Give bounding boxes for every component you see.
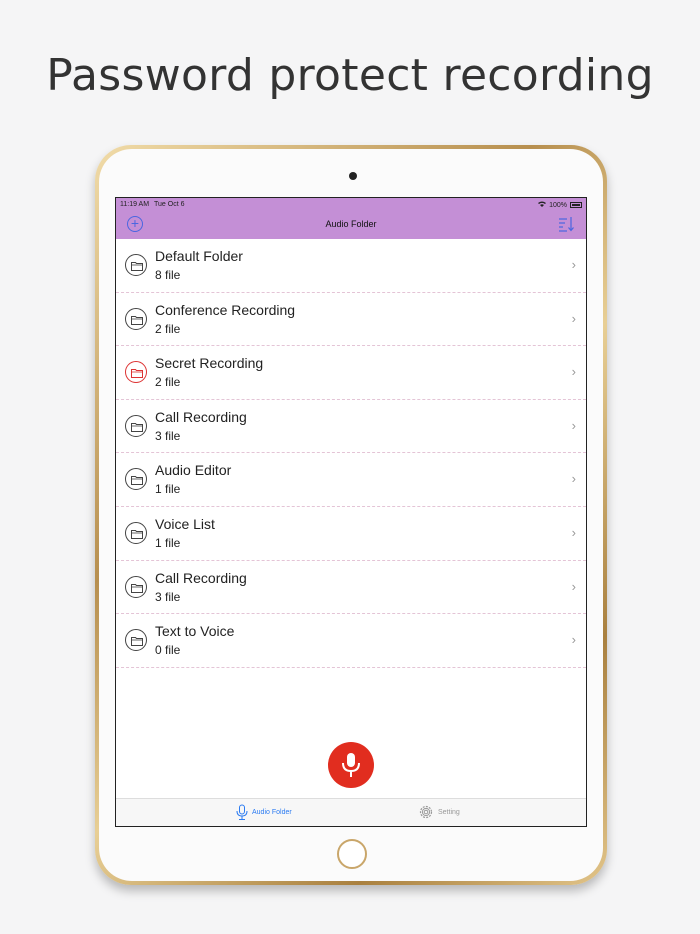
navigation-bar: + Audio Folder	[116, 211, 586, 239]
status-bar: 11:19 AM Tue Oct 6 100%	[116, 198, 586, 211]
folder-icon	[125, 254, 147, 276]
folder-name: Text to Voice	[155, 623, 235, 640]
folder-name: Audio Editor	[155, 462, 232, 479]
tab-bar: Audio Folder Setting	[116, 798, 586, 826]
gear-icon	[419, 805, 433, 819]
chevron-right-icon: ›	[571, 364, 576, 380]
folder-row[interactable]: Conference Recording 2 file ›	[116, 293, 586, 347]
app-screen: 11:19 AM Tue Oct 6 100% + Audio Folder D…	[115, 197, 587, 827]
folder-row[interactable]: Call Recording 3 file ›	[116, 561, 586, 615]
folder-row[interactable]: Secret Recording 2 file ›	[116, 346, 586, 400]
sort-icon	[559, 217, 574, 232]
folder-icon	[125, 307, 147, 330]
folder-name: Voice List	[155, 515, 215, 532]
chevron-right-icon: ›	[571, 632, 576, 648]
chevron-right-icon: ›	[571, 257, 576, 272]
folder-file-count: 1 file	[155, 482, 181, 497]
chevron-right-icon: ›	[571, 310, 576, 326]
tab-audio-folder-label: Audio Folder	[252, 808, 292, 816]
folder-name: Call Recording	[155, 569, 247, 586]
status-date: Tue Oct 6	[154, 201, 185, 208]
folder-file-count: 3 file	[155, 589, 181, 604]
folder-name: Secret Recording	[155, 355, 264, 372]
chevron-right-icon: ›	[571, 417, 576, 433]
folder-file-count: 2 file	[155, 321, 181, 336]
microphone-icon	[236, 804, 248, 820]
folder-file-count: 8 file	[155, 268, 181, 282]
folder-icon	[125, 414, 147, 437]
nav-title: Audio Folder	[325, 219, 377, 229]
folder-row[interactable]: Default Folder 8 file ›	[116, 239, 586, 293]
battery-percent: 100%	[549, 201, 567, 209]
battery-icon	[570, 202, 582, 208]
folder-file-count: 2 file	[155, 375, 181, 390]
record-button[interactable]	[328, 742, 374, 788]
chevron-right-icon: ›	[571, 471, 576, 487]
folder-name: Default Folder	[155, 248, 243, 264]
camera	[349, 172, 357, 180]
folder-icon	[125, 361, 147, 384]
headline: Password protect recording	[46, 50, 654, 101]
folder-row[interactable]: Call Recording 3 file ›	[116, 400, 586, 454]
chevron-right-icon: ›	[571, 578, 576, 594]
folder-row[interactable]: Text to Voice 0 file ›	[116, 614, 586, 668]
tab-audio-folder[interactable]: Audio Folder	[236, 804, 292, 820]
folder-icon	[125, 575, 147, 598]
folder-file-count: 0 file	[155, 643, 181, 658]
status-time: 11:19 AM	[120, 201, 150, 208]
folder-file-count: 3 file	[155, 428, 181, 443]
home-button[interactable]	[337, 839, 367, 869]
folder-name: Conference Recording	[155, 301, 296, 318]
chevron-right-icon: ›	[571, 524, 576, 540]
tab-setting-label: Setting	[438, 808, 460, 816]
folder-row[interactable]: Audio Editor 1 file ›	[116, 453, 586, 507]
folder-name: Call Recording	[155, 408, 247, 425]
folder-row[interactable]: Voice List 1 file ›	[116, 507, 586, 561]
folder-icon	[125, 521, 147, 544]
sort-button[interactable]	[558, 216, 574, 232]
folder-icon	[125, 629, 147, 652]
folder-file-count: 1 file	[155, 535, 181, 550]
folder-list: Default Folder 8 file › Conference Recordin…	[116, 239, 586, 668]
wifi-icon	[538, 201, 547, 209]
microphone-icon	[342, 753, 360, 777]
folder-icon	[125, 468, 147, 491]
tab-setting[interactable]: Setting	[418, 804, 460, 820]
